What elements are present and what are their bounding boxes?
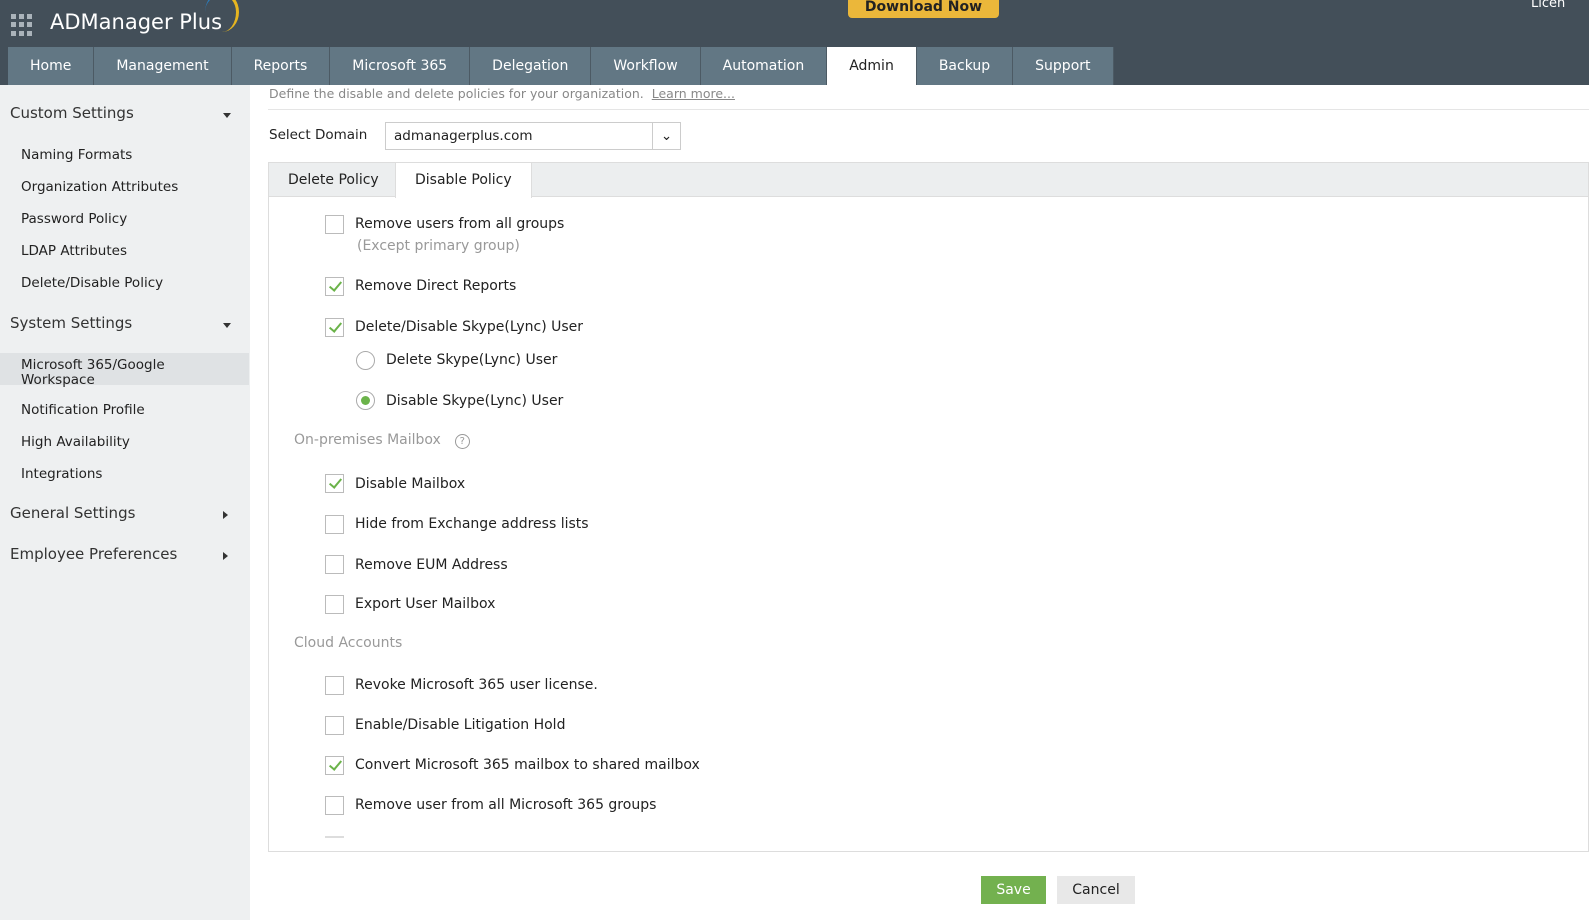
disable-skype-radio[interactable] <box>356 391 375 410</box>
convert-shared-checkbox[interactable] <box>325 756 344 775</box>
convert-shared-label: Convert Microsoft 365 mailbox to shared … <box>355 757 700 773</box>
learn-more-link[interactable]: Learn more... <box>652 86 735 101</box>
page-description: Define the disable and delete policies f… <box>269 86 735 101</box>
disable-mailbox-checkbox[interactable] <box>325 474 344 493</box>
sidebar-item-delete-disable-policy[interactable]: Delete/Disable Policy <box>21 276 241 291</box>
description-text: Define the disable and delete policies f… <box>269 86 644 101</box>
disable-skype-label: Disable Skype(Lync) User <box>386 393 564 409</box>
sidebar-item-organization-attributes[interactable]: Organization Attributes <box>21 180 241 195</box>
direct-reports-label: Remove Direct Reports <box>355 278 517 294</box>
delete-skype-label: Delete Skype(Lync) User <box>386 352 558 368</box>
tab-backup[interactable]: Backup <box>916 47 1014 85</box>
remove-m365-groups-label: Remove user from all Microsoft 365 group… <box>355 797 657 813</box>
clipped-checkbox <box>325 836 344 838</box>
tab-automation[interactable]: Automation <box>700 47 828 85</box>
divider <box>268 109 1589 110</box>
tab-admin[interactable]: Admin <box>827 47 917 85</box>
caret-down-icon[interactable] <box>223 113 231 118</box>
license-link[interactable]: Licen <box>1531 0 1565 11</box>
export-mailbox-label: Export User Mailbox <box>355 596 496 612</box>
section-title: On-premises Mailbox <box>294 432 441 448</box>
policy-panel: Delete Policy Disable Policy <box>268 162 1589 852</box>
sidebar-item-integrations[interactable]: Integrations <box>21 467 241 482</box>
cancel-button[interactable]: Cancel <box>1057 876 1135 904</box>
app-grid-icon[interactable] <box>11 14 33 36</box>
remove-eum-label: Remove EUM Address <box>355 557 508 573</box>
caret-down-icon[interactable] <box>223 323 231 328</box>
logo-arc-icon <box>205 0 239 32</box>
tab-home[interactable]: Home <box>8 47 95 85</box>
sidebar-item-high-availability[interactable]: High Availability <box>21 435 241 450</box>
main-nav: Home Management Reports Microsoft 365 De… <box>8 47 1114 85</box>
sidebar-item-notification-profile[interactable]: Notification Profile <box>21 403 241 418</box>
tab-delete-policy[interactable]: Delete Policy <box>269 163 398 197</box>
hide-exchange-label: Hide from Exchange address lists <box>355 516 589 532</box>
domain-select[interactable]: admanagerplus.com ⌄ <box>385 122 681 150</box>
domain-label: Select Domain <box>269 127 368 143</box>
remove-groups-note: (Except primary group) <box>357 238 520 254</box>
section-cloud-accounts: Cloud Accounts <box>294 635 403 651</box>
tab-microsoft-365[interactable]: Microsoft 365 <box>330 47 471 85</box>
sidebar-item-naming-formats[interactable]: Naming Formats <box>21 148 241 163</box>
remove-groups-label: Remove users from all groups <box>355 216 565 232</box>
section-onprem-mailbox: On-premises Mailbox? <box>294 432 470 449</box>
tab-support[interactable]: Support <box>1013 47 1114 85</box>
remove-m365-groups-checkbox[interactable] <box>325 796 344 815</box>
skype-label: Delete/Disable Skype(Lync) User <box>355 319 584 335</box>
skype-checkbox[interactable] <box>325 318 344 337</box>
tab-reports[interactable]: Reports <box>231 47 331 85</box>
sidebar-employee-preferences[interactable]: Employee Preferences <box>10 545 177 563</box>
sidebar-system-settings[interactable]: System Settings <box>10 314 132 332</box>
sidebar-item-ldap-attributes[interactable]: LDAP Attributes <box>21 244 241 259</box>
disable-mailbox-label: Disable Mailbox <box>355 476 466 492</box>
litigation-hold-checkbox[interactable] <box>325 716 344 735</box>
sidebar-custom-settings[interactable]: Custom Settings <box>10 104 134 122</box>
app-logo: ADManager Plus <box>50 10 223 34</box>
revoke-license-label: Revoke Microsoft 365 user license. <box>355 677 598 693</box>
sidebar-general-settings[interactable]: General Settings <box>10 504 135 522</box>
caret-right-icon[interactable] <box>223 552 228 560</box>
remove-groups-checkbox[interactable] <box>325 215 344 234</box>
help-icon[interactable]: ? <box>454 434 470 449</box>
policy-tabs: Delete Policy Disable Policy <box>269 163 1588 198</box>
remove-eum-checkbox[interactable] <box>325 555 344 574</box>
direct-reports-checkbox[interactable] <box>325 277 344 296</box>
delete-skype-radio[interactable] <box>356 351 375 370</box>
tab-delegation[interactable]: Delegation <box>470 47 592 85</box>
export-mailbox-checkbox[interactable] <box>325 595 344 614</box>
sidebar-item-password-policy[interactable]: Password Policy <box>21 212 241 227</box>
revoke-license-checkbox[interactable] <box>325 676 344 695</box>
hide-exchange-checkbox[interactable] <box>325 515 344 534</box>
tab-disable-policy[interactable]: Disable Policy <box>395 163 532 198</box>
save-button[interactable]: Save <box>981 876 1046 904</box>
tab-workflow[interactable]: Workflow <box>591 47 701 85</box>
sidebar-item-m365-google[interactable]: Microsoft 365/Google Workspace <box>21 358 191 388</box>
litigation-hold-label: Enable/Disable Litigation Hold <box>355 717 566 733</box>
chevron-down-icon[interactable]: ⌄ <box>652 123 680 149</box>
tab-management[interactable]: Management <box>94 47 232 85</box>
caret-right-icon[interactable] <box>223 511 228 519</box>
download-now-button[interactable]: Download Now <box>848 0 999 18</box>
sidebar: Custom Settings Naming Formats Organizat… <box>0 85 250 920</box>
domain-value: admanagerplus.com <box>394 128 533 144</box>
